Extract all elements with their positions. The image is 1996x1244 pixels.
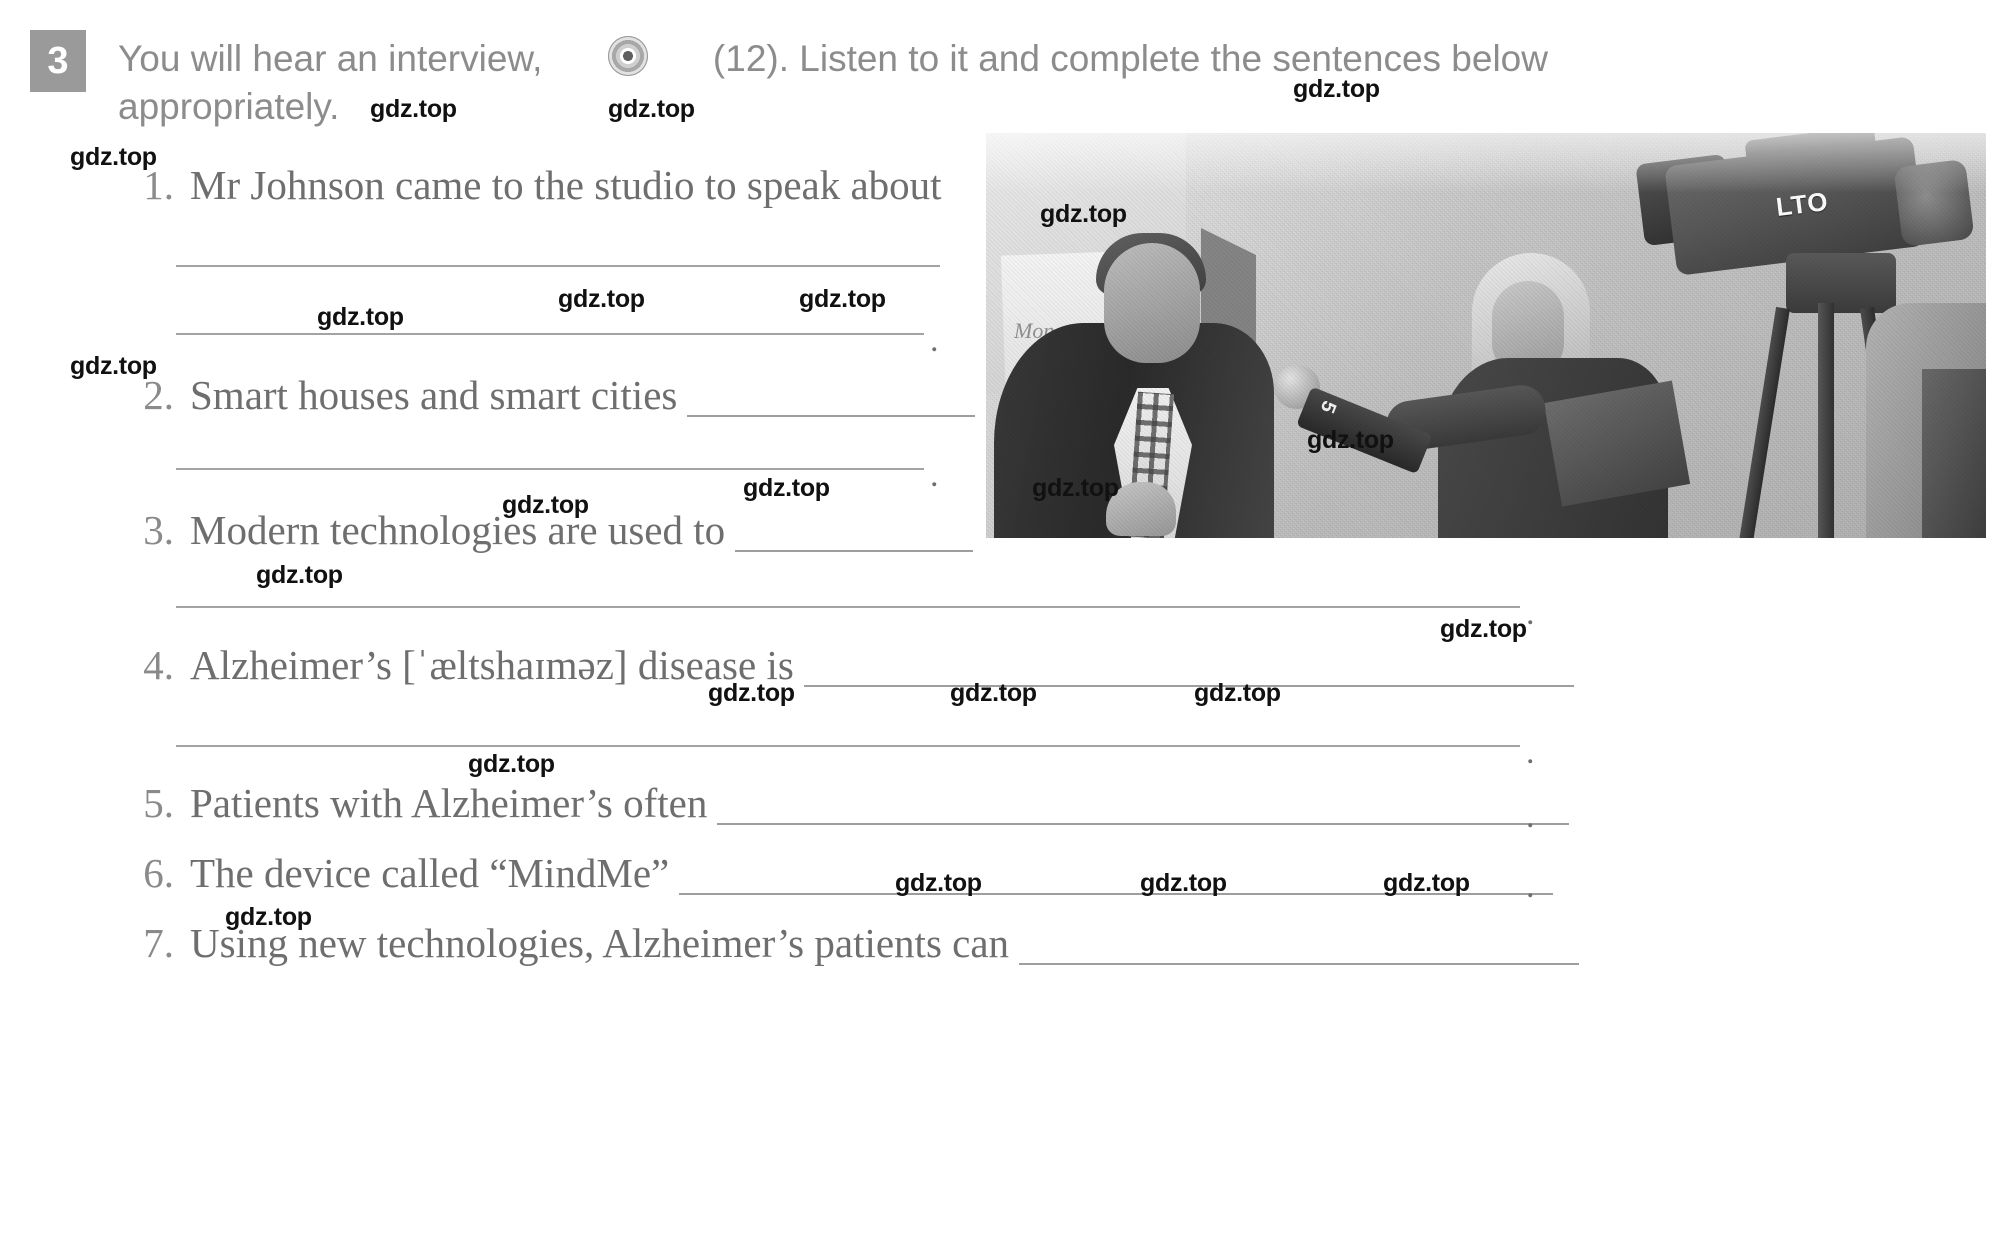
item-number: 6. [143,850,174,896]
item-text: Patients with Alzheimer’s often [190,780,708,826]
photo-top-fade [986,133,1986,193]
list-item: 1. Mr Johnson came to the studio to speak… [118,162,942,208]
watermark: gdz.top [558,285,645,313]
watermark: gdz.top [1440,615,1527,643]
answer-line[interactable] [176,468,924,470]
watermark: gdz.top [1307,426,1394,454]
item-number: 5. [143,780,174,826]
sentence-period: . [930,322,939,359]
watermark: gdz.top [1293,75,1380,103]
item-text: Smart houses and smart cities [190,372,678,418]
answer-line[interactable] [176,745,1520,747]
sentence-period: . [930,457,939,494]
watermark: gdz.top [317,303,404,331]
watermark: gdz.top [1032,474,1119,502]
answer-line[interactable] [735,520,974,552]
answer-line[interactable] [176,606,1520,608]
list-item: 2. Smart houses and smart cities [118,372,976,418]
answer-line[interactable] [1019,933,1580,965]
watermark: gdz.top [70,352,157,380]
sentence-period: . [1526,868,1535,905]
item-number: 4. [143,642,174,688]
list-item: 7. Using new technologies, Alzheimer’s pa… [118,920,1580,966]
answer-line[interactable] [176,333,924,335]
item-number: 3. [143,507,174,553]
item-text: Modern technologies are used to [190,507,726,553]
interview-photo: Money LTO 5 [986,133,1986,538]
watermark: gdz.top [370,95,457,123]
instruction-text-after-icon: (12). Listen to it and complete the sent… [712,38,1548,79]
list-item: 5. Patients with Alzheimer’s often [118,780,1570,826]
watermark: gdz.top [743,474,830,502]
sentence-period: . [1526,734,1535,771]
watermark: gdz.top [70,143,157,171]
item-number: 7. [143,920,174,966]
list-item: 6. The device called “MindMe” [118,850,1554,896]
exercise-number-badge: 3 [30,30,86,92]
watermark: gdz.top [1383,869,1470,897]
watermark: gdz.top [468,750,555,778]
cd-disc-icon [607,36,648,76]
sentence-period: . [1526,595,1535,632]
item-text: Using new technologies, Alzheimer’s pati… [190,920,1010,966]
watermark: gdz.top [708,679,795,707]
watermark: gdz.top [799,285,886,313]
answer-line[interactable] [717,793,1570,825]
watermark: gdz.top [1040,200,1127,228]
list-item: 4. Alzheimer’s [ˈæltshaɪməz] disease is [118,643,1574,687]
photo-halftone-grain [986,133,1986,538]
watermark: gdz.top [1140,869,1227,897]
sentence-period: . [1526,798,1535,835]
watermark: gdz.top [256,561,343,589]
item-text: Mr Johnson came to the studio to speak a… [190,162,942,208]
watermark: gdz.top [502,491,589,519]
watermark: gdz.top [225,903,312,931]
answer-line[interactable] [803,655,1574,687]
watermark: gdz.top [895,869,982,897]
watermark: gdz.top [1194,679,1281,707]
item-text: The device called “MindMe” [190,850,670,896]
answer-line[interactable] [176,265,940,267]
watermark: gdz.top [608,95,695,123]
answer-line[interactable] [687,385,976,417]
instruction-text-before-icon: You will hear an interview, [118,38,543,79]
watermark: gdz.top [950,679,1037,707]
item-text: Alzheimer’s [ˈæltshaɪməz] disease is [190,642,794,688]
